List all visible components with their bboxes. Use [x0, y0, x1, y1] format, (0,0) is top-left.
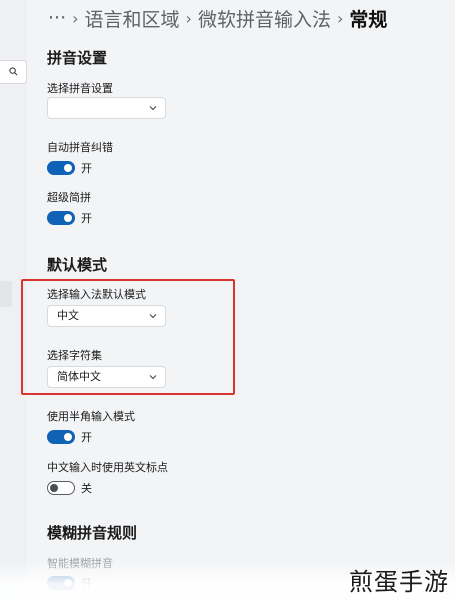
- english-punct-state: 关: [81, 482, 92, 495]
- super-abbr-label: 超级简拼: [47, 191, 91, 204]
- toggle-knob: [64, 214, 72, 222]
- breadcrumb-item-language[interactable]: 语言和区域: [85, 5, 180, 32]
- search-box[interactable]: [0, 60, 27, 84]
- select-mode-value: 中文: [57, 309, 79, 322]
- section-title-default-mode: 默认模式: [47, 256, 108, 274]
- toggle-knob: [64, 433, 72, 441]
- select-pinyin-label: 选择拼音设置: [47, 82, 113, 95]
- half-width-toggle[interactable]: [47, 430, 75, 444]
- charset-label: 选择字符集: [47, 349, 102, 362]
- auto-correct-row: 开: [47, 160, 92, 176]
- half-width-state: 开: [81, 431, 92, 444]
- chevron-right-icon: ›: [336, 8, 344, 28]
- breadcrumb: ··· › 语言和区域 › 微软拼音输入法 › 常规: [48, 4, 387, 32]
- select-mode-label: 选择输入法默认模式: [47, 288, 146, 301]
- auto-correct-state: 开: [81, 162, 92, 175]
- super-abbr-toggle[interactable]: [47, 211, 75, 225]
- super-abbr-row: 开: [47, 210, 92, 226]
- breadcrumb-item-ime[interactable]: 微软拼音输入法: [198, 5, 331, 32]
- english-punct-toggle[interactable]: [47, 481, 75, 495]
- watermark: 煎蛋手游: [349, 568, 449, 596]
- chevron-right-icon: ›: [185, 8, 192, 28]
- half-width-row: 开: [47, 429, 92, 445]
- auto-correct-label: 自动拼音纠错: [47, 141, 113, 154]
- select-mode-dropdown[interactable]: 中文: [47, 305, 166, 327]
- select-pinyin-dropdown[interactable]: [47, 97, 166, 119]
- chevron-right-icon: ›: [72, 8, 79, 28]
- charset-value: 简体中文: [57, 370, 101, 383]
- breadcrumb-more-button[interactable]: ···: [48, 7, 66, 29]
- charset-dropdown[interactable]: 简体中文: [47, 366, 166, 388]
- section-title-pinyin: 拼音设置: [47, 49, 108, 67]
- english-punct-row: 关: [47, 480, 92, 496]
- toggle-knob: [50, 484, 58, 492]
- toggle-knob: [64, 164, 72, 172]
- super-abbr-state: 开: [81, 212, 92, 225]
- breadcrumb-item-current: 常规: [349, 8, 388, 31]
- auto-correct-toggle[interactable]: [47, 161, 75, 175]
- section-title-fuzzy: 模糊拼音规则: [47, 524, 138, 542]
- chevron-down-icon: [149, 375, 157, 380]
- search-icon: [9, 67, 18, 76]
- half-width-label: 使用半角输入模式: [47, 410, 135, 423]
- nav-selected-item[interactable]: [0, 281, 12, 307]
- chevron-down-icon: [149, 106, 157, 111]
- chevron-down-icon: [149, 314, 157, 319]
- english-punct-label: 中文输入时使用英文标点: [47, 461, 168, 474]
